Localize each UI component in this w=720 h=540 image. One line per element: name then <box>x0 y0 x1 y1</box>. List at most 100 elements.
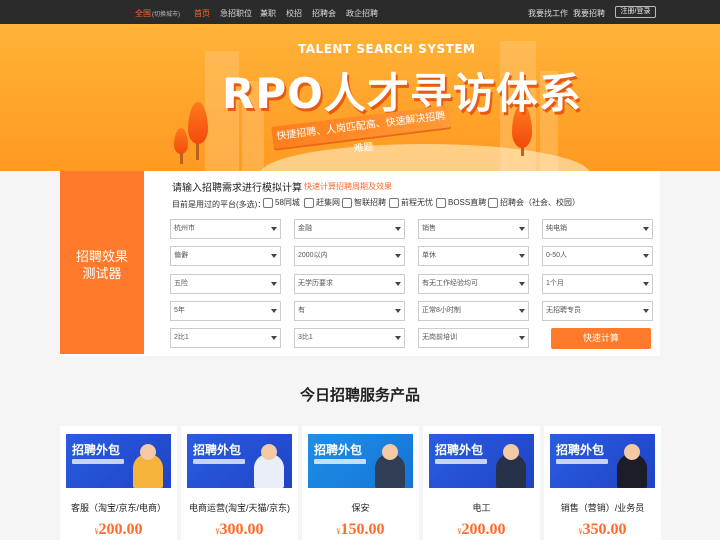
select-rest-days[interactable]: 单休 <box>418 246 529 266</box>
platform-checkbox-58[interactable]: 58同城 <box>263 197 300 208</box>
select-value: 无学历要求 <box>298 280 333 287</box>
person-head <box>382 444 398 460</box>
product-image: 招聘外包 <box>550 434 655 488</box>
product-card[interactable]: 招聘外包 保安 ¥150.00 <box>302 426 419 540</box>
select-value: 有无工作经验均可 <box>422 280 478 287</box>
chevron-down-icon <box>519 282 525 286</box>
recruit-calculator: 招聘效果 测试器 请输入招聘需求进行模拟计算 快速计算招聘周期及效果 目前是用过… <box>60 171 660 356</box>
product-card[interactable]: 招聘外包 客服（淘宝/京东/电商） ¥200.00 <box>60 426 177 540</box>
chevron-down-icon <box>395 282 401 286</box>
product-image-caption <box>193 459 245 464</box>
checkbox-box[interactable] <box>342 197 352 208</box>
product-card[interactable]: 招聘外包 销售（营销）/业务员 ¥350.00 <box>544 426 661 540</box>
checkbox-box[interactable] <box>263 197 273 208</box>
product-name: 客服（淘宝/京东/电商） <box>70 503 166 513</box>
checkbox-box[interactable] <box>389 197 399 208</box>
platform-checkbox-jobfair[interactable]: 招聘会（社会、校园） <box>488 197 580 208</box>
select-headcount[interactable]: 0-50人 <box>542 246 653 266</box>
select-position[interactable]: 销售 <box>418 219 529 239</box>
find-job-link[interactable]: 我要找工作 <box>528 8 568 19</box>
select-ratio-a[interactable]: 2比1 <box>170 328 281 348</box>
login-register-button[interactable]: 注册/登录 <box>615 6 656 18</box>
select-years[interactable]: 5年 <box>170 301 281 321</box>
calculator-subtitle: 快速计算招聘周期及效果 <box>304 182 392 191</box>
select-experience[interactable]: 有无工作经验均可 <box>418 274 529 294</box>
select-insurance[interactable]: 五险 <box>170 274 281 294</box>
city-current[interactable]: 全国 <box>135 8 151 19</box>
product-card[interactable]: 招聘外包 电商运营(淘宝/天猫/京东) ¥300.00 <box>181 426 298 540</box>
checkbox-label: 58同城 <box>275 198 300 207</box>
price-value: 200.00 <box>461 521 506 538</box>
product-price: ¥200.00 <box>423 521 540 539</box>
nav-part-time[interactable]: 兼职 <box>260 8 276 19</box>
select-value: 1个月 <box>546 280 564 287</box>
checkbox-box[interactable] <box>436 197 446 208</box>
select-job-type[interactable]: 纯电销 <box>542 219 653 239</box>
select-training[interactable]: 无岗前培训 <box>418 328 529 348</box>
checkbox-label: BOSS直聘 <box>448 198 487 207</box>
select-education[interactable]: 无学历要求 <box>294 274 405 294</box>
product-price: ¥350.00 <box>544 521 661 539</box>
product-name: 电工 <box>472 503 491 513</box>
chevron-down-icon <box>643 309 649 313</box>
product-image-caption <box>72 459 124 464</box>
price-value: 350.00 <box>582 521 627 538</box>
product-image: 招聘外包 <box>66 434 171 488</box>
select-value: 3比1 <box>298 334 313 341</box>
price-value: 150.00 <box>340 521 385 538</box>
nav-campus[interactable]: 校招 <box>286 8 302 19</box>
switch-city-link[interactable]: (切换城市) <box>152 9 180 18</box>
select-value: 金融 <box>298 225 312 232</box>
products-section-title: 今日招聘服务产品 <box>299 387 420 404</box>
select-industry[interactable]: 金融 <box>294 219 405 239</box>
nav-gov-recruit[interactable]: 政企招聘 <box>346 8 378 19</box>
platform-checkbox-ganji[interactable]: 赶集网 <box>304 197 340 208</box>
select-duration[interactable]: 1个月 <box>542 274 653 294</box>
product-image-title: 招聘外包 <box>556 443 605 457</box>
product-image-caption <box>435 459 487 464</box>
checkbox-box[interactable] <box>304 197 314 208</box>
platform-checkbox-zhilian[interactable]: 智联招聘 <box>342 197 386 208</box>
product-name: 销售（营销）/业务员 <box>560 503 645 513</box>
nav-job-fair[interactable]: 招聘会 <box>312 8 336 19</box>
product-image: 招聘外包 <box>308 434 413 488</box>
platform-checkbox-51job[interactable]: 前程无忧 <box>389 197 433 208</box>
nav-home[interactable]: 首页 <box>194 8 210 19</box>
recruit-link[interactable]: 我要招聘 <box>573 8 605 19</box>
checkbox-box[interactable] <box>488 197 498 208</box>
select-ratio-b[interactable]: 3比1 <box>294 328 405 348</box>
select-has-option[interactable]: 有 <box>294 301 405 321</box>
platform-label: 目前是用过的平台(多选)： <box>172 200 266 209</box>
select-recruiter[interactable]: 无招聘专员 <box>542 301 653 321</box>
checkbox-label: 招聘会（社会、校园） <box>500 198 580 207</box>
product-image: 招聘外包 <box>429 434 534 488</box>
product-price: ¥300.00 <box>181 521 298 539</box>
product-image-caption <box>314 459 366 464</box>
product-image-caption <box>556 459 608 464</box>
chevron-down-icon <box>271 336 277 340</box>
product-image: 招聘外包 <box>187 434 292 488</box>
select-location[interactable]: 偏僻 <box>170 246 281 266</box>
chevron-down-icon <box>395 336 401 340</box>
select-value: 0-50人 <box>546 252 568 259</box>
quick-calculate-button[interactable]: 快速计算 <box>551 328 651 349</box>
select-value: 2000以内 <box>298 252 328 259</box>
select-value: 偏僻 <box>174 252 188 259</box>
select-value: 无招聘专员 <box>546 307 581 314</box>
platform-checkbox-boss[interactable]: BOSS直聘 <box>436 197 486 208</box>
select-salary[interactable]: 2000以内 <box>294 246 405 266</box>
nav-urgent-jobs[interactable]: 急招职位 <box>220 8 252 19</box>
checkbox-label: 前程无忧 <box>401 198 433 207</box>
select-value: 5年 <box>174 307 185 314</box>
calculator-title: 请输入招聘需求进行模拟计算 <box>172 183 302 194</box>
select-value: 纯电销 <box>546 225 567 232</box>
select-value: 有 <box>298 307 305 314</box>
chevron-down-icon <box>271 227 277 231</box>
select-work-hours[interactable]: 正常8小时制 <box>418 301 529 321</box>
select-city[interactable]: 杭州市 <box>170 219 281 239</box>
product-image-title: 招聘外包 <box>193 443 242 457</box>
chevron-down-icon <box>395 309 401 313</box>
select-value: 正常8小时制 <box>422 307 461 314</box>
person-head <box>261 444 277 460</box>
product-card[interactable]: 招聘外包 电工 ¥200.00 <box>423 426 540 540</box>
